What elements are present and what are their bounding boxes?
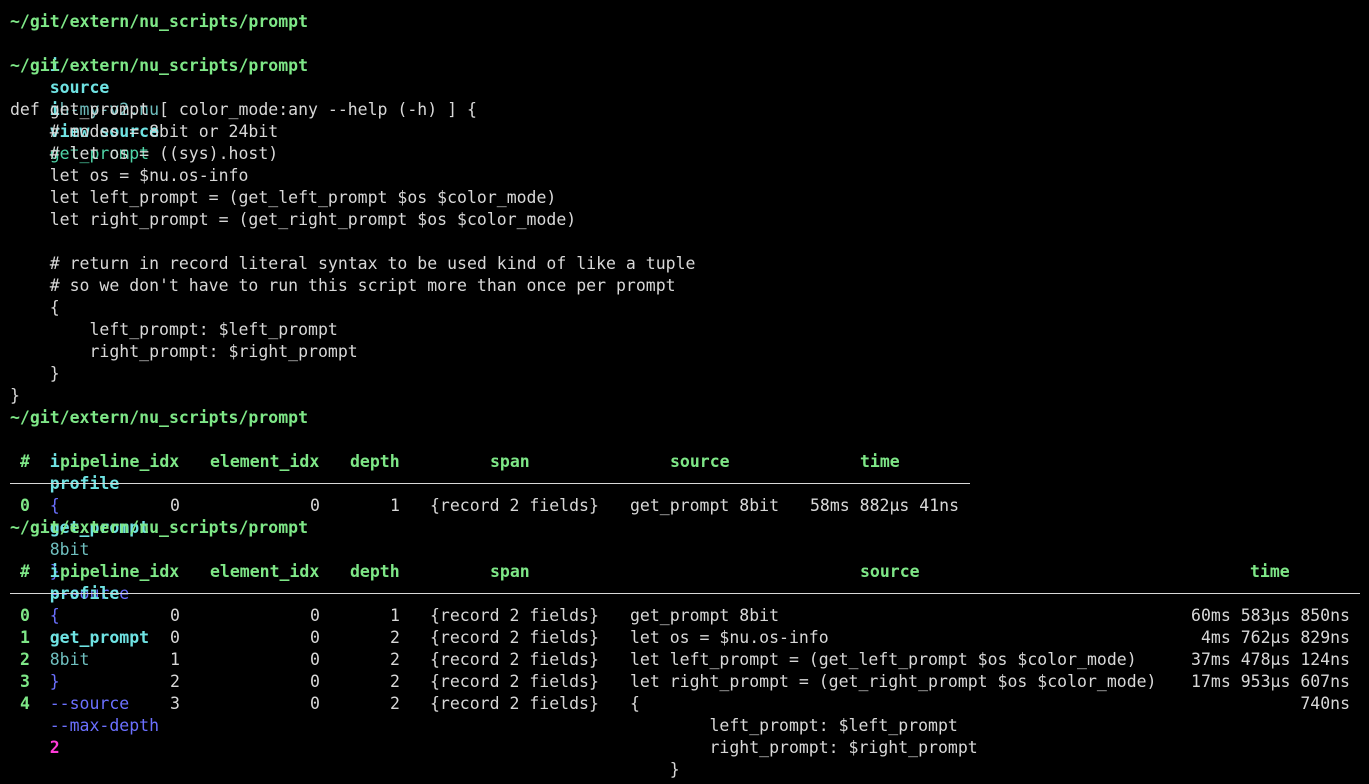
col-header-pipeline-idx: pipeline_idx <box>60 452 180 471</box>
row-time: 58ms 882µs 41ns <box>810 496 960 515</box>
row-element-idx: 0 <box>310 694 320 713</box>
col-header-span: span <box>490 452 530 471</box>
command-line: i profile { get_prompt 8bit } --source -… <box>10 539 169 757</box>
row-element-idx: 0 <box>310 496 320 515</box>
row-index: 2 <box>20 650 30 669</box>
row-element-idx: 0 <box>310 650 320 669</box>
row-element-idx: 0 <box>310 628 320 647</box>
row-source: let left_prompt = (get_left_prompt $os $… <box>630 650 1137 669</box>
row-pipeline-idx: 0 <box>170 496 180 515</box>
source-continuation: } <box>630 760 680 779</box>
source-line: def get_prompt [ color_mode:any --help (… <box>10 100 477 119</box>
cmd-token: --source <box>49 694 140 713</box>
col-header-time: time <box>860 452 900 471</box>
col-header-element-idx: element_idx <box>210 452 320 471</box>
source-continuation: left_prompt: $left_prompt <box>630 716 958 735</box>
cmd-token: { <box>49 606 70 625</box>
source-line: right_prompt: $right_prompt <box>10 342 358 361</box>
col-header-element-idx: element_idx <box>210 562 320 581</box>
row-depth: 2 <box>390 672 400 691</box>
source-line: let right_prompt = (get_right_prompt $os… <box>10 210 577 229</box>
col-header-index: # <box>20 562 30 581</box>
row-pipeline-idx: 3 <box>170 694 180 713</box>
row-depth: 1 <box>390 606 400 625</box>
col-header-span: span <box>490 562 530 581</box>
terminal-window[interactable]: ~/git/extern/nu_scripts/prompt i source … <box>0 0 1369 784</box>
cmd-token: --max-depth <box>49 716 169 735</box>
row-time: 17ms 953µs 607ns <box>1191 672 1350 691</box>
source-line: } <box>10 386 20 405</box>
row-element-idx: 0 <box>310 606 320 625</box>
source-line: # modes = 8bit or 24bit <box>10 122 279 141</box>
cmd-token: } <box>49 672 70 691</box>
row-index: 3 <box>20 672 30 691</box>
row-source: let right_prompt = (get_right_prompt $os… <box>630 672 1157 691</box>
row-span: {record 2 fields} <box>430 694 599 713</box>
prompt-path: ~/git/extern/nu_scripts/prompt <box>10 518 309 537</box>
col-header-pipeline-idx: pipeline_idx <box>60 562 180 581</box>
source-line: # so we don't have to run this script mo… <box>10 276 676 295</box>
command-line: i view source get_prompt <box>10 77 169 163</box>
row-depth: 2 <box>390 628 400 647</box>
row-source: let os = $nu.os-info <box>630 628 829 647</box>
row-time: 740ns <box>1300 694 1350 713</box>
row-pipeline-idx: 2 <box>170 672 180 691</box>
col-header-index: # <box>20 452 30 471</box>
row-index: 0 <box>20 496 30 515</box>
source-line: let os = $nu.os-info <box>10 166 249 185</box>
source-line: # let os = ((sys).host) <box>10 144 279 163</box>
cmd-token: get_prompt <box>49 628 160 647</box>
row-source: { <box>630 694 640 713</box>
prompt-path: ~/git/extern/nu_scripts/prompt <box>10 56 309 75</box>
source-line: } <box>10 364 60 383</box>
row-index: 4 <box>20 694 30 713</box>
source-line: left_prompt: $left_prompt <box>10 320 338 339</box>
row-source: get_prompt 8bit <box>630 496 780 515</box>
command-line: i source oh-my-v2.nu <box>10 33 159 119</box>
source-line: { <box>10 298 60 317</box>
row-depth: 2 <box>390 650 400 669</box>
cmd-token: 8bit <box>49 650 100 669</box>
row-depth: 2 <box>390 694 400 713</box>
row-span: {record 2 fields} <box>430 672 599 691</box>
col-header-source: source <box>670 452 730 471</box>
cmd-token: { <box>49 496 70 515</box>
row-index: 0 <box>20 606 30 625</box>
row-time: 37ms 478µs 124ns <box>1191 650 1350 669</box>
row-element-idx: 0 <box>310 672 320 691</box>
command-line: i profile { get_prompt 8bit } --source <box>10 429 159 603</box>
prompt-path: ~/git/extern/nu_scripts/prompt <box>10 408 309 427</box>
source-line: let left_prompt = (get_left_prompt $os $… <box>10 188 557 207</box>
prompt-path: ~/git/extern/nu_scripts/prompt <box>10 12 309 31</box>
row-span: {record 2 fields} <box>430 650 599 669</box>
col-header-time: time <box>1250 562 1290 581</box>
row-pipeline-idx: 1 <box>170 650 180 669</box>
col-header-depth: depth <box>350 452 400 471</box>
row-pipeline-idx: 0 <box>170 606 180 625</box>
source-continuation: right_prompt: $right_prompt <box>630 738 978 757</box>
row-span: {record 2 fields} <box>430 628 599 647</box>
row-source: get_prompt 8bit <box>630 606 780 625</box>
row-time: 60ms 583µs 850ns <box>1191 606 1350 625</box>
source-line: # return in record literal syntax to be … <box>10 254 696 273</box>
cmd-token: 2 <box>49 738 60 757</box>
row-span: {record 2 fields} <box>430 496 599 515</box>
row-depth: 1 <box>390 496 400 515</box>
row-index: 1 <box>20 628 30 647</box>
row-span: {record 2 fields} <box>430 606 599 625</box>
col-header-source: source <box>860 562 920 581</box>
row-pipeline-idx: 0 <box>170 628 180 647</box>
row-time: 4ms 762µs 829ns <box>1200 628 1350 647</box>
col-header-depth: depth <box>350 562 400 581</box>
table-divider <box>10 593 1360 594</box>
table-divider <box>10 483 970 484</box>
